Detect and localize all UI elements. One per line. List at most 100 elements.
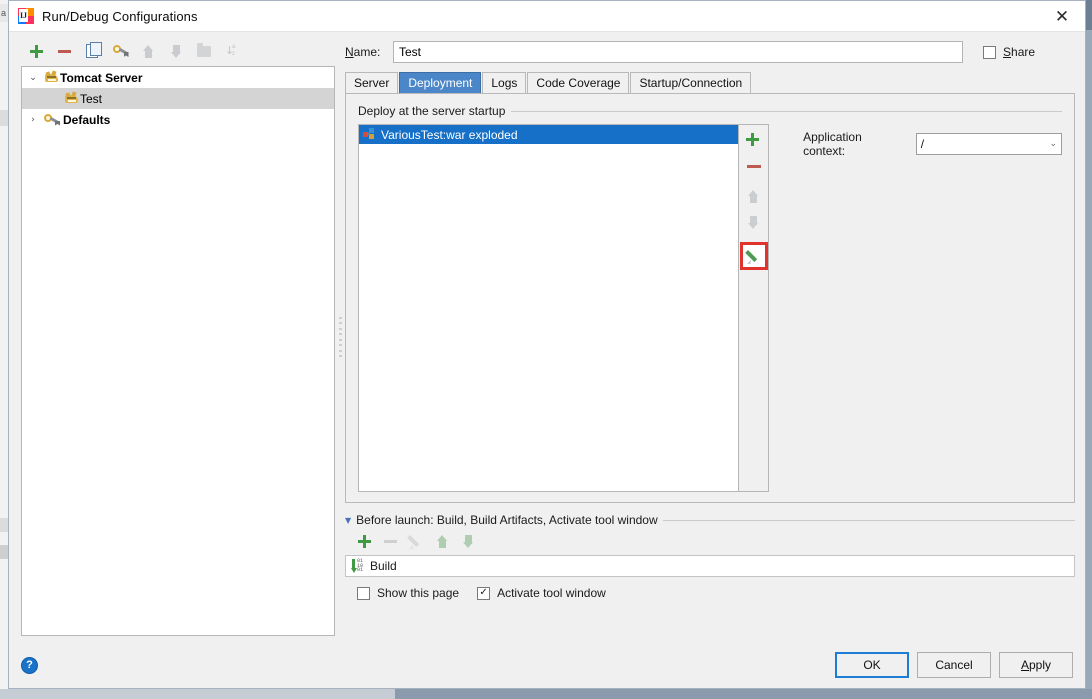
folder-icon [197,42,211,57]
wrench-icon [112,44,129,58]
configuration-editor-pane: Name: Share Server Deployment Logs Code … [345,32,1085,642]
chevron-down-icon[interactable]: ⌄ [1049,139,1057,149]
move-down-button[interactable] [163,39,189,63]
edit-task-button[interactable] [405,530,427,552]
show-this-page-checkbox-group[interactable]: Show this page [357,586,459,600]
copy-icon [86,42,102,58]
tab-server[interactable]: Server [345,72,399,93]
before-launch-header[interactable]: ▼ Before launch: Build, Build Artifacts,… [345,513,1075,527]
share-checkbox-group[interactable]: Share [963,45,1075,59]
task-label: Build [370,559,397,573]
triangle-down-icon[interactable]: ▼ [345,516,351,525]
sort-configurations-button[interactable]: ↓ a z [219,39,245,63]
run-debug-configurations-dialog: IJ Run/Debug Configurations ✕ ↓ a z ⌄ To… [8,0,1086,689]
dialog-body: ↓ a z ⌄ Tomcat Server Test › Defaults Na… [9,32,1085,642]
arrow-down-icon [462,534,474,548]
tree-node-label: Defaults [63,112,111,127]
tree-node-defaults[interactable]: › Defaults [22,109,334,130]
artifact-label: VariousTest:war exploded [381,127,518,142]
tree-node-tomcat-server[interactable]: ⌄ Tomcat Server [22,67,334,88]
application-context-group: Application context: / ⌄ [803,124,1062,492]
minus-icon [383,539,397,543]
background-bottom [0,689,1092,699]
tab-logs[interactable]: Logs [482,72,527,93]
before-launch-options: Show this page ✓ Activate tool window [345,577,1075,600]
tomcat-icon [64,90,80,106]
plus-icon [29,44,43,58]
background-scrollbar-track[interactable] [1086,0,1092,699]
before-launch-toolbar [345,527,1075,555]
before-launch-title: Before launch: Build, Build Artifacts, A… [356,513,658,527]
tab-code-coverage[interactable]: Code Coverage [527,72,630,93]
tree-node-label: Tomcat Server [60,70,143,85]
background-bottom-panel [0,689,395,699]
remove-artifact-button[interactable] [742,154,766,178]
arrow-up-icon [436,534,448,548]
chevron-right-icon[interactable]: › [22,115,44,125]
move-task-up-button[interactable] [431,530,453,552]
before-launch-separator [662,519,1075,521]
pane-splitter[interactable] [335,32,345,642]
configurations-pane: ↓ a z ⌄ Tomcat Server Test › Defaults [9,32,335,642]
add-task-button[interactable] [353,530,375,552]
application-context-label: Application context: [803,130,862,158]
tab-startup-connection[interactable]: Startup/Connection [630,72,752,93]
footer-buttons: OK Cancel Apply [835,652,1073,678]
minus-icon [57,49,71,53]
configurations-toolbar: ↓ a z [21,38,335,64]
edit-templates-button[interactable] [107,39,133,63]
move-task-down-button[interactable] [457,530,479,552]
wrench-icon [44,113,60,127]
deployment-side-toolbar [739,124,770,492]
activate-tool-window-checkbox-group[interactable]: ✓ Activate tool window [477,586,606,600]
dialog-title: Run/Debug Configurations [42,8,198,24]
deploy-group-label: Deploy at the server startup [358,104,506,118]
name-label: Name: [345,45,381,59]
before-launch-task-list[interactable]: 01 10 01 Build [345,555,1075,577]
help-icon[interactable]: ? [21,656,38,674]
show-this-page-label: Show this page [377,586,460,600]
cancel-button[interactable]: Cancel [917,652,991,678]
add-artifact-button[interactable] [742,128,766,152]
pencil-icon [407,534,423,549]
chevron-down-icon[interactable]: ⌄ [22,73,44,83]
arrow-up-icon [748,189,759,203]
move-into-folder-button[interactable] [191,39,217,63]
show-this-page-checkbox[interactable] [357,586,370,600]
ok-button[interactable]: OK [835,652,909,678]
tab-deployment[interactable]: Deployment [399,72,482,93]
dialog-footer: ? OK Cancel Apply [9,642,1085,688]
configuration-tabs: Server Deployment Logs Code Coverage Sta… [345,72,1075,93]
arrow-up-icon [142,44,154,58]
add-configuration-button[interactable] [23,39,49,63]
share-checkbox[interactable] [983,45,996,59]
artifact-icon [363,128,376,141]
dialog-titlebar: IJ Run/Debug Configurations ✕ [9,1,1085,32]
edit-artifact-button[interactable] [739,242,768,270]
remove-task-button[interactable] [379,530,401,552]
tomcat-icon [44,69,60,85]
minus-icon [746,164,761,168]
build-icon: 01 10 01 [351,559,365,573]
name-input[interactable] [393,41,963,63]
close-icon[interactable]: ✕ [1039,1,1085,32]
background-scrollbar-thumb[interactable] [1086,0,1092,30]
deployment-artifacts-list[interactable]: VariousTest:war exploded [358,124,740,492]
move-artifact-down-button[interactable] [742,210,766,234]
plus-icon [746,132,761,148]
plus-icon [357,534,371,548]
remove-configuration-button[interactable] [51,39,77,63]
tree-node-test[interactable]: Test [22,88,334,109]
name-row: Name: Share [345,38,1075,66]
application-context-combobox[interactable]: / ⌄ [915,133,1062,155]
apply-button[interactable]: Apply [999,652,1073,678]
list-item[interactable]: VariousTest:war exploded [359,125,739,144]
activate-tool-window-checkbox[interactable]: ✓ [477,586,491,600]
share-label: Share [1003,45,1036,59]
before-launch-section: ▼ Before launch: Build, Build Artifacts,… [345,503,1075,600]
move-artifact-up-button[interactable] [742,184,766,208]
copy-configuration-button[interactable] [79,39,105,63]
activate-tool-window-label: Activate tool window [497,586,606,600]
move-up-button[interactable] [135,39,161,63]
configurations-tree[interactable]: ⌄ Tomcat Server Test › Defaults [21,66,335,636]
